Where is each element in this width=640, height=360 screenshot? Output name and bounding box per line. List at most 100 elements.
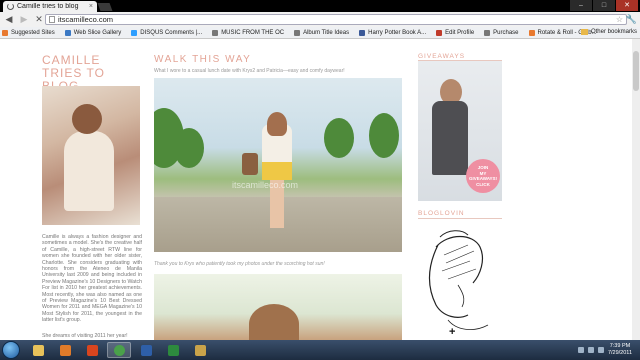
paint-icon (194, 344, 206, 356)
tab-title: Camille tries to blog (17, 3, 79, 10)
page-viewport: CAMILLE TRIES TO BLOG Camille is always … (0, 39, 640, 340)
bookmark-item[interactable]: Web Slice Gallery (64, 29, 122, 36)
taskbar-media-button[interactable] (53, 342, 77, 358)
join-giveaways-badge[interactable]: JOIN MY GIVEAWAYS! CLICK (466, 159, 500, 193)
join-badge-line: CLICK (476, 181, 490, 187)
system-tray: 7:39 PM 7/29/2011 (577, 343, 632, 356)
tree-shape (174, 128, 204, 168)
maximize-button[interactable]: □ (593, 0, 615, 11)
window-controls: – □ ✕ (570, 0, 638, 11)
photo-figure-body (64, 131, 114, 211)
model-hair (267, 112, 287, 136)
other-bookmarks[interactable]: Other bookmarks (580, 29, 637, 35)
tray-icon[interactable] (597, 346, 604, 353)
url-text[interactable]: itscamilleco.com (58, 15, 616, 24)
bookmark-item[interactable]: Suggested Sites (2, 29, 55, 36)
bookmark-favicon-icon (484, 29, 491, 36)
taskbar-word-button[interactable] (134, 342, 158, 358)
page-icon (49, 16, 55, 23)
bloglovin-sketch[interactable] (418, 225, 502, 340)
back-button[interactable]: ◀ (4, 12, 14, 27)
bookmarks-bar: Suggested Sites Web Slice Gallery DISQUS C… (0, 27, 640, 39)
bookmark-item[interactable]: Album Title Ideas (294, 29, 350, 36)
model-hair (249, 304, 299, 340)
taskbar: 7:39 PM 7/29/2011 (0, 340, 640, 360)
bookmark-item[interactable]: DISQUS Comments |... (131, 29, 203, 36)
model-shorts (262, 162, 292, 180)
taskbar-folder-button[interactable] (26, 342, 50, 358)
taskbar-excel-button[interactable] (161, 342, 185, 358)
photo-figure-head (72, 104, 102, 134)
bio-text: Camille is always a fashion designer and… (42, 234, 142, 324)
bookmark-label: Web Slice Gallery (73, 29, 122, 36)
new-tab-button[interactable] (97, 3, 113, 11)
bag-shape (242, 153, 258, 175)
clock-time: 7:39 PM (609, 343, 631, 349)
tray-icon[interactable] (577, 346, 584, 353)
cursor-icon: + (449, 326, 456, 338)
vertical-scrollbar[interactable] (632, 39, 640, 340)
taskbar-paint-button[interactable] (188, 342, 212, 358)
star-icon[interactable]: ☆ (616, 15, 623, 24)
tab-strip: Camille tries to blog × – □ ✕ (0, 0, 640, 12)
bookmark-favicon-icon (359, 29, 366, 36)
wrench-icon[interactable]: 🔧 (626, 14, 637, 25)
other-bookmarks-label: Other bookmarks (590, 29, 637, 35)
chrome-icon (113, 344, 125, 356)
bookmark-label: MUSIC FROM THE OC (221, 29, 285, 36)
start-button[interactable] (2, 341, 20, 359)
bookmark-favicon-icon (294, 29, 301, 36)
bookmark-item[interactable]: MUSIC FROM THE OC (212, 29, 285, 36)
giveaways-heading: GIVEAWAYS (418, 53, 466, 60)
photo-caption: Thank you to Krys who patiently took my … (154, 261, 325, 267)
bookmark-item[interactable]: Harry Potter Book A... (359, 29, 427, 36)
giveaway-model-dress (432, 101, 468, 175)
post-photo: itscamilleco.com (154, 78, 402, 252)
word-icon (140, 344, 152, 356)
profile-photo (42, 86, 140, 225)
bookmark-favicon-icon (528, 29, 535, 36)
photo-watermark: itscamilleco.com (232, 180, 299, 190)
excel-icon (167, 344, 179, 356)
browser-tab[interactable]: Camille tries to blog × (3, 1, 97, 12)
close-window-button[interactable]: ✕ (616, 0, 638, 11)
folder-icon (580, 29, 588, 35)
bloglovin-heading: BLOGLOVIN (418, 210, 465, 217)
tree-shape (369, 113, 399, 158)
minimize-button[interactable]: – (570, 0, 592, 11)
post-subtitle: What I wore to a casual lunch date with … (154, 68, 345, 74)
tab-close-icon[interactable]: × (89, 3, 93, 10)
post-photo-second (154, 274, 402, 340)
bookmark-label: Suggested Sites (11, 29, 55, 36)
bookmark-label: DISQUS Comments |... (140, 29, 203, 36)
loading-icon (7, 3, 14, 10)
bookmark-favicon-icon (2, 29, 8, 36)
bookmark-item[interactable]: Edit Profile (436, 29, 475, 36)
taskbar-player-button[interactable] (80, 342, 104, 358)
post-title[interactable]: WALK THIS WAY (154, 54, 251, 65)
tree-shape (324, 118, 354, 158)
bookmark-label: Album Title Ideas (303, 29, 350, 36)
bookmark-label: Harry Potter Book A... (368, 29, 427, 36)
bookmark-label: Purchase (493, 29, 519, 36)
bookmark-favicon-icon (64, 29, 71, 36)
browser-toolbar: ◀ ▶ ✕ itscamilleco.com ☆ 🔧 (0, 12, 640, 27)
bookmark-label: Edit Profile (445, 29, 475, 36)
forward-button[interactable]: ▶ (19, 12, 29, 27)
sketch-drawing (428, 230, 489, 330)
player-icon (86, 344, 98, 356)
scrollbar-thumb[interactable] (633, 51, 639, 91)
clock[interactable]: 7:39 PM 7/29/2011 (608, 343, 632, 356)
address-bar[interactable]: itscamilleco.com ☆ (45, 14, 627, 25)
taskbar-chrome-button[interactable] (107, 342, 131, 358)
divider (418, 218, 502, 219)
folder-icon (32, 344, 44, 356)
stop-button[interactable]: ✕ (34, 12, 44, 27)
media-icon (59, 344, 71, 356)
bookmark-favicon-icon (212, 29, 219, 36)
tray-icon[interactable] (587, 346, 594, 353)
bookmark-favicon-icon (436, 29, 443, 36)
bio-text-continued: She dreams of visiting 2011 her year! (42, 333, 128, 339)
clock-date: 7/29/2011 (607, 349, 632, 356)
bookmark-item[interactable]: Purchase (484, 29, 519, 36)
